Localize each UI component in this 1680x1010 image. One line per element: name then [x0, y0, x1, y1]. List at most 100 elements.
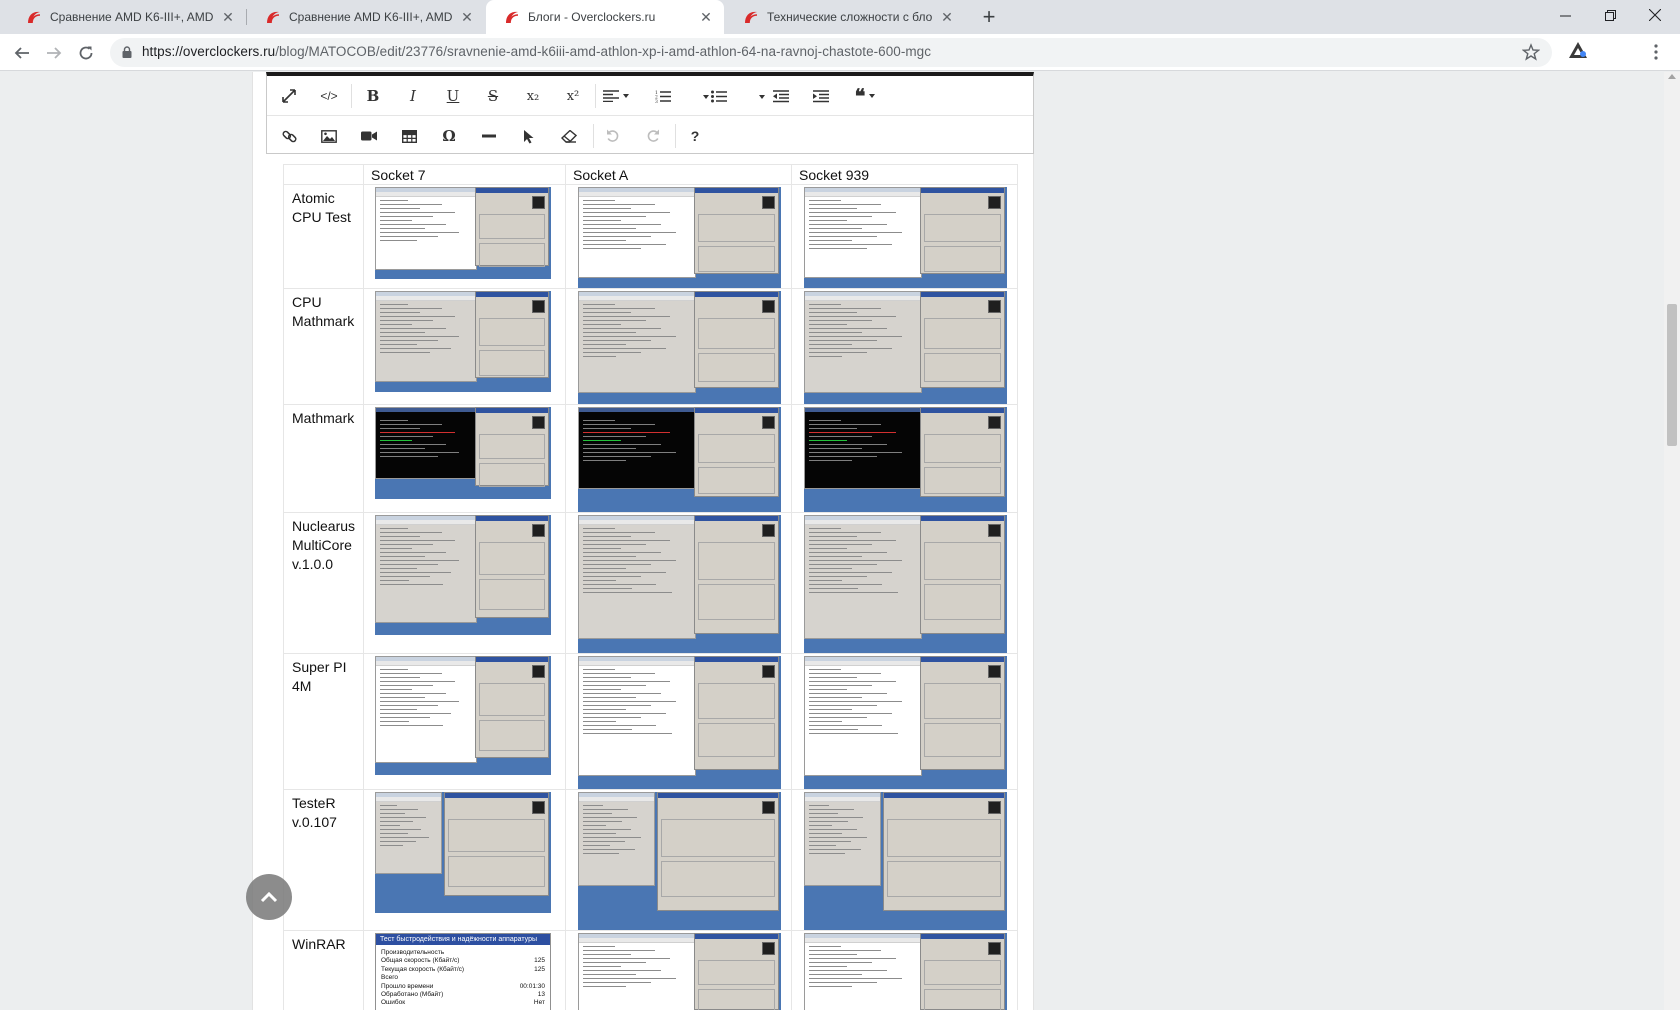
benchmark-screenshot[interactable]	[578, 933, 781, 1010]
new-tab-button[interactable]: +	[977, 6, 1001, 30]
benchmark-screenshot[interactable]	[375, 792, 551, 913]
caret-down-icon[interactable]	[759, 95, 765, 99]
url-host: https://overclockers.ru	[142, 44, 276, 59]
text-lines	[809, 805, 876, 857]
video-button[interactable]	[357, 124, 381, 148]
back-button[interactable]	[10, 41, 34, 65]
benchmark-screenshot[interactable]	[578, 792, 781, 930]
tab-2[interactable]: Сравнение AMD K6-III+, AMD Athlon XP ✕	[247, 0, 485, 34]
extension-icon[interactable]	[1568, 41, 1588, 59]
benchmark-screenshot[interactable]	[804, 515, 1007, 653]
tab-title: Сравнение AMD K6-III+, AMD Athlon XP	[50, 10, 214, 24]
minimize-button[interactable]	[1540, 0, 1590, 30]
page-scrollbar[interactable]	[1664, 72, 1680, 1010]
bullet-list-icon	[711, 90, 727, 102]
align-button[interactable]	[603, 84, 629, 108]
ordered-list-button[interactable]: 123	[651, 84, 675, 108]
benchmark-screenshot[interactable]	[375, 515, 551, 635]
restore-button[interactable]	[1585, 0, 1635, 30]
text-lines	[583, 304, 691, 360]
expand-icon	[282, 89, 296, 103]
select-button[interactable]	[517, 124, 541, 148]
redo-button[interactable]	[641, 124, 665, 148]
cpuz-window	[475, 656, 549, 758]
tab-close-icon[interactable]: ✕	[220, 9, 236, 25]
benchmark-screenshot[interactable]	[578, 291, 781, 404]
benchmark-screenshot[interactable]	[578, 407, 781, 512]
winrar-line: Прошло времени 00:01:30	[376, 983, 550, 991]
benchmark-screenshot[interactable]	[804, 792, 1007, 930]
scroll-up-icon[interactable]	[1668, 74, 1676, 79]
tab-close-icon[interactable]: ✕	[939, 9, 955, 25]
benchmark-table: Socket 7 Socket A Socket 939 Atomic CPU …	[283, 164, 1018, 1010]
winrar-window: Тест быстродействия и надёжности аппарат…	[375, 933, 551, 1010]
link-button[interactable]	[277, 124, 301, 148]
winrar-line: Ошибок Нет	[376, 999, 550, 1007]
help-button[interactable]: ?	[683, 124, 707, 148]
benchmark-screenshot[interactable]	[804, 933, 1007, 1010]
benchmark-screenshot[interactable]	[375, 187, 551, 279]
tab-3-active[interactable]: Блоги - Overclockers.ru ✕	[486, 0, 724, 34]
column-header[interactable]: Socket A	[565, 164, 792, 185]
text-lines	[583, 946, 691, 990]
toolbar-separator	[351, 84, 352, 108]
benchmark-screenshot[interactable]	[375, 656, 551, 775]
kebab-menu-icon[interactable]	[1653, 44, 1659, 60]
benchmark-screenshot[interactable]	[578, 656, 781, 789]
tab-close-icon[interactable]: ✕	[698, 9, 714, 25]
column-header[interactable]: Socket 7	[363, 164, 566, 185]
benchmark-screenshot[interactable]	[375, 291, 551, 392]
text-lines	[380, 304, 472, 356]
restore-icon	[1604, 9, 1616, 21]
benchmark-screenshot[interactable]	[375, 407, 551, 499]
tab-4[interactable]: Технические сложности с блогами ✕	[725, 0, 965, 34]
scrollbar-thumb[interactable]	[1667, 304, 1677, 446]
cpuz-window	[920, 515, 1005, 634]
benchmark-screenshot[interactable]	[578, 187, 781, 288]
tab-1[interactable]: Сравнение AMD K6-III+, AMD Athlon XP ✕	[8, 0, 246, 34]
reload-button[interactable]	[74, 41, 98, 65]
arrow-left-icon	[14, 47, 29, 59]
cpuz-group-box	[698, 989, 775, 1010]
undo-button[interactable]	[601, 124, 625, 148]
amd-logo-icon	[532, 665, 545, 678]
bookmark-star-icon[interactable]	[1522, 43, 1540, 61]
benchmark-window	[804, 187, 922, 278]
clear-format-button[interactable]	[557, 124, 581, 148]
horizontal-rule-button[interactable]	[477, 124, 501, 148]
code-view-button[interactable]: </>	[317, 84, 341, 108]
indent-button[interactable]	[809, 84, 833, 108]
cpuz-group-box	[698, 542, 775, 580]
benchmark-screenshot[interactable]	[804, 291, 1007, 404]
benchmark-screenshot[interactable]: Тест быстродействия и надёжности аппарат…	[375, 933, 551, 1010]
bullet-list-button[interactable]	[707, 84, 731, 108]
benchmark-screenshot[interactable]	[578, 515, 781, 653]
cpuz-window	[920, 187, 1005, 274]
fullscreen-button[interactable]	[277, 84, 301, 108]
subscript-button[interactable]: x₂	[521, 84, 545, 108]
table-row: Atomic CPU Test	[283, 184, 1018, 289]
image-button[interactable]	[317, 124, 341, 148]
bold-button[interactable]: B	[361, 84, 385, 108]
strikethrough-button[interactable]: S	[481, 84, 505, 108]
address-bar[interactable]: https://overclockers.ru/blog/MATOCOB/edi…	[110, 38, 1552, 67]
back-to-top-button[interactable]	[246, 874, 292, 920]
column-header[interactable]: Socket 939	[791, 164, 1018, 185]
close-window-button[interactable]	[1630, 0, 1680, 30]
table-button[interactable]	[397, 124, 421, 148]
ordered-list-icon: 123	[655, 90, 671, 103]
benchmark-window	[804, 792, 881, 886]
amd-logo-icon	[988, 665, 1001, 678]
benchmark-screenshot[interactable]	[804, 187, 1007, 288]
special-char-button[interactable]: Ω	[437, 124, 461, 148]
quote-button[interactable]: ❝	[853, 84, 877, 108]
benchmark-screenshot[interactable]	[804, 407, 1007, 512]
outdent-button[interactable]	[769, 84, 793, 108]
superscript-button[interactable]: x²	[561, 84, 585, 108]
tab-close-icon[interactable]: ✕	[459, 9, 475, 25]
winrar-line-key: Прошло времени	[381, 982, 434, 990]
forward-button[interactable]	[42, 41, 66, 65]
benchmark-screenshot[interactable]	[804, 656, 1007, 789]
italic-button[interactable]: I	[401, 84, 425, 108]
underline-button[interactable]: U	[441, 84, 465, 108]
